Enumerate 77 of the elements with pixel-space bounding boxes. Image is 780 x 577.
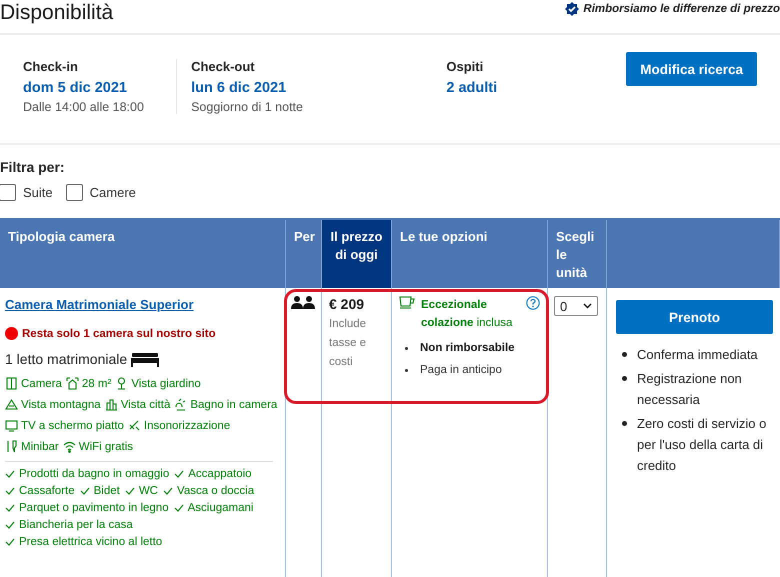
checkin-label: Check-in xyxy=(23,59,79,74)
checkbox[interactable] xyxy=(0,184,16,201)
bed-text: 1 letto matrimoniale xyxy=(5,351,128,367)
amenity-text: Presa elettrica vicino al letto xyxy=(19,536,162,548)
bullet-icon xyxy=(622,376,627,381)
amenity-text: WC xyxy=(138,485,158,497)
tv-icon xyxy=(5,419,18,432)
facility-text: Minibar xyxy=(21,440,59,452)
units-select[interactable]: 0 xyxy=(554,296,598,316)
facility-text: Insonorizzazione xyxy=(144,420,230,432)
breakfast-text: Eccezionale colazione inclusa xyxy=(421,298,514,331)
bullet-icon xyxy=(405,346,408,350)
price-match-text: Rimborsiamo le differenze di prezzo xyxy=(583,3,780,15)
checkin-note: Dalle 14:00 alle 18:00 xyxy=(23,100,145,114)
modify-search-button[interactable]: Modifica ricerca xyxy=(626,52,757,86)
facility-text: 28 m² xyxy=(82,378,112,390)
amenity-text: Asciugamani xyxy=(188,502,254,514)
column-header: Scegli le unità xyxy=(548,220,607,288)
checkout-label: Check-out xyxy=(191,59,256,74)
facility-text: WiFi gratis xyxy=(78,440,134,452)
help-icon[interactable] xyxy=(526,296,540,310)
checkbox[interactable] xyxy=(66,184,83,201)
cup-icon xyxy=(399,296,415,309)
checkout-date[interactable]: lun 6 dic 2021 xyxy=(191,80,446,96)
page-title: Disponibilità xyxy=(0,0,114,26)
facility-text: Camera xyxy=(21,378,62,390)
benefit-text: Registrazione non necessaria xyxy=(637,370,743,409)
amenity-text: Accappatoio xyxy=(188,468,252,480)
price: € 209 xyxy=(329,296,366,312)
facility-text: Vista montagna xyxy=(21,398,101,410)
mountain-icon xyxy=(5,398,18,411)
chevron-down-icon xyxy=(583,303,592,309)
checkout-note: Soggiorno di 1 notte xyxy=(191,100,304,114)
bullet-icon xyxy=(622,352,627,357)
amenity-text: Parquet o pavimento in legno xyxy=(19,502,169,514)
minibar-icon xyxy=(5,440,18,453)
column-header: Il prezzo di oggi xyxy=(322,220,392,288)
checkbox-label[interactable]: Suite xyxy=(23,185,53,200)
facility-text: Bagno in camera xyxy=(190,398,278,410)
benefit-text: Zero costi di servizio o per l'uso della carta di credito xyxy=(637,415,768,475)
checkin-date[interactable]: dom 5 dic 2021 xyxy=(23,80,162,96)
condition-text: Paga in anticipo xyxy=(420,364,502,376)
check-icon xyxy=(174,504,184,512)
bullet-icon xyxy=(405,368,408,372)
two-persons-icon xyxy=(291,296,315,309)
filter-label: Filtra per: xyxy=(0,159,66,175)
alert-dot-icon xyxy=(5,327,18,340)
room-icon xyxy=(5,377,18,390)
facility-text: Vista giardino xyxy=(131,378,201,390)
room-name-link[interactable]: Camera Matrimoniale Superior xyxy=(5,297,194,312)
amenity-text: Bidet xyxy=(94,485,120,497)
facility-text: TV a schermo piatto xyxy=(21,420,124,432)
facility-text: Vista città xyxy=(120,398,170,410)
condition-text: Non rimborsabile xyxy=(420,342,515,354)
bullet-icon xyxy=(622,421,627,426)
guests-value[interactable]: 2 adulti xyxy=(446,80,626,96)
column-header: Tipologia camera xyxy=(0,220,286,288)
amenity-text: Prodotti da bagno in omaggio xyxy=(19,468,170,480)
amenity-text: Vasca o doccia xyxy=(177,485,254,497)
price-note: Include tasse e costi xyxy=(329,317,368,370)
bed-icon xyxy=(131,351,160,367)
amenity-text: Biancheria per la casa xyxy=(19,519,133,531)
check-icon xyxy=(124,487,135,495)
city-icon xyxy=(104,398,118,411)
checkbox-label[interactable]: Camere xyxy=(90,185,136,200)
size-icon xyxy=(66,377,79,390)
check-icon xyxy=(163,487,173,495)
guests-label: Ospiti xyxy=(446,59,484,74)
wifi-icon xyxy=(62,440,76,453)
benefit-text: Conferma immediata xyxy=(637,346,758,364)
book-button[interactable]: Prenoto xyxy=(616,300,773,334)
check-icon xyxy=(80,487,90,495)
scarcity-text: Resta solo 1 camera sul nostro sito xyxy=(22,328,216,340)
amenity-text: Cassaforte xyxy=(19,485,75,497)
column-header: Le tue opzioni xyxy=(392,220,548,288)
column-header: Per xyxy=(286,220,322,288)
check-icon xyxy=(174,470,184,478)
